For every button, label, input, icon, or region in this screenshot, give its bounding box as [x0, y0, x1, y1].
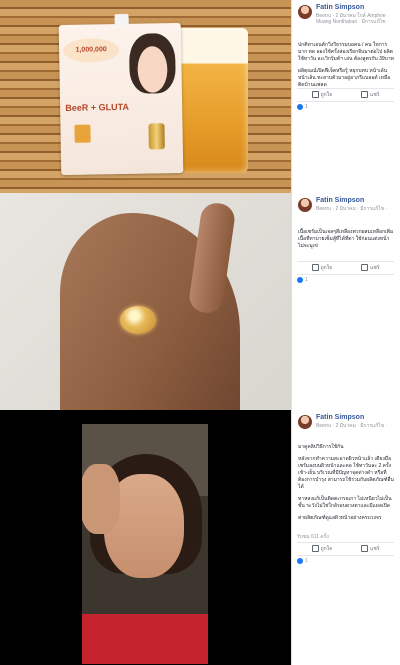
product-sachet-image: 1,000,000 BeeR + GLUTA — [58, 13, 184, 176]
facebook-post-card: Fatin Simpson Beerru · 2 มีนาคม · มีการแ… — [291, 193, 400, 410]
post-actions: ถูกใจ แชร์ — [297, 542, 394, 556]
serum-drop — [120, 306, 156, 334]
reaction-count[interactable]: 1 — [305, 277, 308, 283]
like-label: ถูกใจ — [320, 546, 332, 552]
author-name[interactable]: Fatin Simpson — [316, 414, 364, 421]
avatar[interactable] — [298, 198, 312, 212]
thumbs-up-icon — [311, 545, 319, 553]
video-player[interactable] — [82, 424, 208, 664]
author-name[interactable]: Fatin Simpson — [316, 4, 364, 11]
post-paragraph: ผลิตุณณ์เปิดฟีเจ็ตหรือรู้ หยุกบทบ หน้าเล… — [298, 68, 391, 88]
avatar[interactable] — [298, 415, 312, 429]
post-paragraph: หลังจากทำความสะอาดผิวหน้าแล้ว เตียงมือเซ… — [298, 456, 394, 490]
share-label: แชร์ — [370, 546, 380, 552]
video-frame[interactable] — [0, 410, 291, 665]
post-actions: ถูกใจ แชร์ — [297, 88, 394, 102]
share-label: แชร์ — [370, 265, 380, 271]
post-paragraph: เนื้อเซรั่มเป็นเจลๆสีเหลืองพวกผสมเหลือกเ… — [298, 229, 394, 249]
post-panel-2: Fatin Simpson Beerru · 2 มีนาคม · มีการแ… — [0, 193, 400, 410]
reaction-like-icon[interactable] — [297, 104, 303, 110]
like-label: ถูกใจ — [320, 92, 332, 98]
reaction-count[interactable]: 1 — [305, 558, 308, 564]
post-text: เนื้อเซรั่มเป็นเจลๆสีเหลืองพวกผสมเหลือกเ… — [298, 229, 394, 250]
post-meta: Beerru · 2 มีนาคม ใกล้ Amphoe Muang Nont… — [316, 13, 389, 25]
post-actions: ถูกใจ แชร์ — [297, 261, 394, 275]
share-button[interactable]: แชร์ — [361, 545, 379, 553]
like-button[interactable]: ถูกใจ — [311, 264, 332, 272]
person-shirt — [82, 614, 208, 664]
thumbs-up-icon — [311, 91, 319, 99]
post-paragraph: ค่าผลิตภัณฑ์ดูแลผิวหน้าอย่างครบวงจร — [298, 515, 382, 521]
sachet-brand: BeeR + GLUTA — [65, 101, 130, 113]
sachet-cap — [114, 13, 129, 27]
post-panel-3: Fatin Simpson Beerru · 2 มีนาคม · มีการแ… — [0, 410, 400, 665]
model-face — [128, 33, 176, 94]
share-icon — [361, 264, 369, 272]
share-icon — [361, 545, 369, 553]
share-button[interactable]: แชร์ — [361, 91, 379, 99]
post-panel-1: 1,000,000 BeeR + GLUTA Fatin Simpson Bee… — [0, 0, 400, 193]
post-paragraph: มาดูคลิปวิธีการใช้กัน — [298, 444, 344, 450]
reaction-like-icon[interactable] — [297, 277, 303, 283]
post-text: มาดูคลิปวิธีการใช้กัน หลังจากทำความสะอาด… — [298, 444, 394, 522]
view-count: รับชม 611 ครั้ง — [297, 534, 329, 540]
post-paragraph: ทาหลงแก้เป็นติดตะกรอเกา ไม่เหนียวไม่เป็น… — [298, 496, 392, 509]
person-hand — [82, 464, 120, 534]
thumbs-up-icon — [311, 264, 319, 272]
like-label: ถูกใจ — [320, 265, 332, 271]
avatar[interactable] — [298, 5, 312, 19]
post-text: ปกติทาเอนต์กวิ่งวีธรรมบอคน / คน ใหการมาก… — [298, 42, 394, 89]
share-label: แชร์ — [370, 92, 380, 98]
reaction-count[interactable]: 1 — [305, 104, 308, 110]
post-paragraph: ปกติทาเอนต์กวิ่งวีธรรมบอคน / คน ใหการมาก… — [298, 42, 394, 62]
sachet-badge: 1,000,000 — [62, 38, 120, 64]
beer-mug-icon — [74, 124, 91, 143]
share-icon — [361, 91, 369, 99]
share-button[interactable]: แชร์ — [361, 264, 379, 272]
author-name[interactable]: Fatin Simpson — [316, 197, 364, 204]
like-button[interactable]: ถูกใจ — [311, 545, 332, 553]
post-meta: Beerru · 2 มีนาคม · มีการแก้ไข · — [316, 206, 388, 212]
post-photo-hand[interactable] — [0, 193, 291, 410]
post-photo-product[interactable]: 1,000,000 BeeR + GLUTA — [0, 0, 291, 193]
reaction-like-icon[interactable] — [297, 558, 303, 564]
gold-bottle-icon — [148, 123, 165, 150]
like-button[interactable]: ถูกใจ — [311, 91, 332, 99]
post-meta: Beerru · 2 มีนาคม · มีการแก้ไข · — [316, 423, 388, 429]
